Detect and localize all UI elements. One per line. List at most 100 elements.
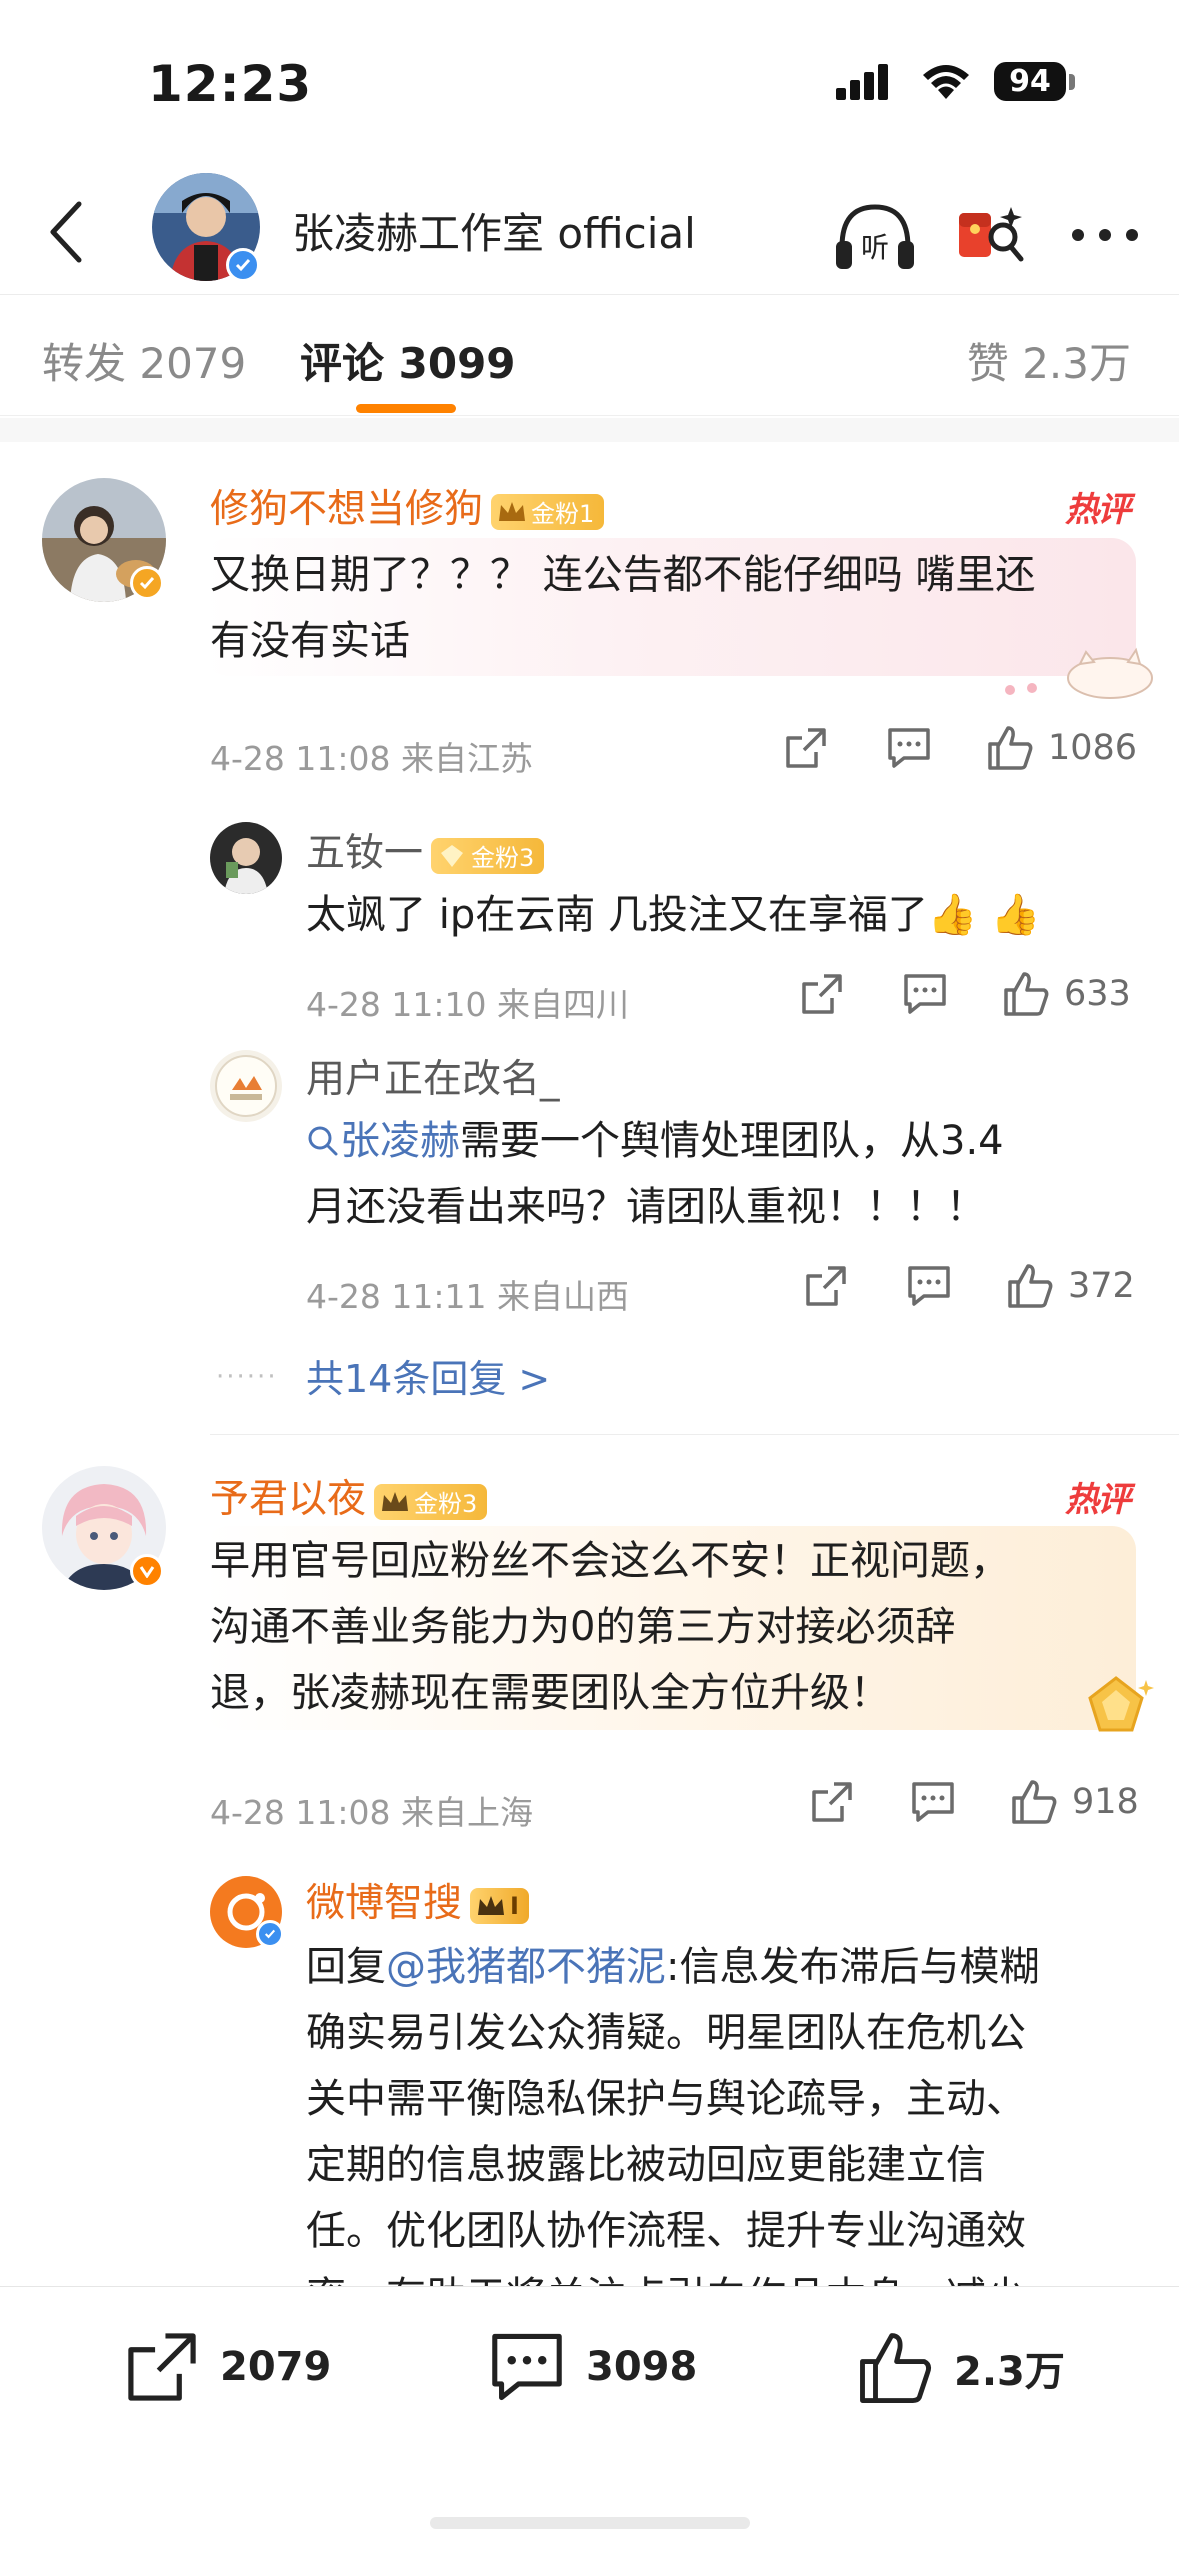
thread-dots: ······ [216, 1362, 278, 1392]
badge-gem-icon [441, 844, 464, 867]
reply-prefix: 回复 [306, 1944, 386, 1990]
red-packet-search-icon [959, 207, 1024, 262]
reply-meta: 4-28 11:11 来自山西 [306, 1277, 629, 1316]
like-count: 2.3万 [954, 2349, 1065, 2395]
bottom-comment-button[interactable]: 3098 [488, 2329, 697, 2405]
comment-text-line: 又换日期了？？？ 连公告都不能仔细吗 嘴里还 [210, 552, 1036, 598]
like-button[interactable]: 633 [1002, 966, 1131, 1022]
comment-icon [888, 728, 930, 768]
repost-button[interactable] [800, 966, 844, 1022]
comment-count: 3098 [586, 2344, 698, 2390]
reply-text-line: 回复@我猪都不猪泥:信息发布滞后与模糊 [306, 1934, 1156, 2000]
share-icon [128, 2333, 196, 2401]
svg-text:听: 听 [861, 231, 889, 264]
tab-likes[interactable]: 赞 2.3万 [967, 330, 1131, 391]
header: 张凌赫工作室 official 听 [0, 170, 1179, 295]
reply-author[interactable]: 五钕一 金粉3 [306, 822, 545, 878]
commenter-name-text: 予君以夜 [210, 1477, 367, 1522]
fan-badge: 金粉3 [431, 837, 545, 874]
comment-meta: 4-28 11:08 来自上海 [210, 1793, 533, 1832]
reply-author[interactable]: 微博智搜 I [306, 1872, 529, 1928]
fan-badge: 金粉1 [491, 493, 605, 530]
commenter-name[interactable]: 予君以夜 金粉3 [210, 1468, 488, 1524]
reply-text-line: 关中需平衡隐私保护与舆论疏导，主动、 [306, 2076, 1026, 2122]
signal-icon [836, 63, 888, 100]
comment-text-line: 沟通不善业务能力为0的第三方对接必须辞 [210, 1604, 956, 1650]
reply-button[interactable] [902, 966, 948, 1022]
comment-icon [492, 2333, 562, 2401]
like-button[interactable]: 1086 [986, 720, 1137, 776]
fan-badge-label: 金粉3 [414, 1490, 478, 1518]
reply-avatar[interactable] [210, 822, 282, 894]
tab-bar: 转发 2079 评论 3099 赞 2.3万 [0, 296, 1179, 416]
battery-icon: 94 [994, 62, 1075, 101]
comment-text: 早用官号回应粉丝不会这么不安！正视问题， 沟通不善业务能力为0的第三方对接必须辞… [210, 1528, 1110, 1726]
reply-avatar[interactable] [210, 1050, 282, 1122]
verified-badge-icon [226, 248, 260, 282]
tab-comments[interactable]: 评论 3099 [300, 330, 516, 391]
repost-button[interactable] [804, 1258, 848, 1314]
reply-button[interactable] [886, 720, 932, 776]
bottom-like-button[interactable]: 2.3万 [856, 2329, 1065, 2407]
comment-text-line: 有没有实话 [210, 618, 410, 664]
comment-item: 修狗不想当修狗 金粉1 热评 又换日期了？？？ 连公告都不能仔细吗 嘴里还 有没有… [0, 442, 1179, 1432]
comment-text: 又换日期了？？？ 连公告都不能仔细吗 嘴里还 有没有实话 [210, 542, 1110, 674]
more-options-button[interactable] [1060, 190, 1150, 280]
hot-comment-tag: 热评 [1065, 490, 1131, 530]
reply-text-line: 月还没看出来吗？请团队重视！！！！ [306, 1184, 986, 1230]
vip-badge: I [470, 1887, 529, 1924]
reply-text-line: 张凌赫需要一个舆情处理团队，从3.4 [306, 1108, 1146, 1174]
status-icons: 94 [836, 62, 1075, 101]
reply-author[interactable]: 用户正在改名_ [306, 1048, 560, 1104]
active-tab-indicator [356, 404, 456, 413]
thumbs-up-icon [1004, 972, 1049, 1016]
reply-text-line: 任。优化团队协作流程、提升专业沟通效 [306, 2208, 1026, 2254]
like-button[interactable]: 372 [1006, 1258, 1135, 1314]
thumbs-up-icon [1008, 1264, 1053, 1308]
gold-verified-icon [130, 566, 164, 600]
red-packet-search-button[interactable] [944, 190, 1034, 280]
bottom-repost-button[interactable]: 2079 [124, 2329, 331, 2405]
hot-comment-tag: 热评 [1065, 1480, 1131, 1520]
bottom-action-bar: 2079 3098 2.3万 [0, 2286, 1179, 2556]
repost-button[interactable] [784, 720, 828, 776]
like-count: 918 [1072, 1782, 1139, 1822]
reply-text-line: 确实易引发公众猜疑。明星团队在危机公 [306, 2010, 1026, 2056]
comment-icon [908, 1266, 950, 1306]
mention-link[interactable]: @我猪都不猪泥 [386, 1944, 666, 1990]
more-icon [1072, 229, 1138, 241]
like-button[interactable]: 918 [1010, 1774, 1139, 1830]
like-count: 1086 [1048, 728, 1138, 768]
verified-badge-icon [256, 1920, 284, 1948]
search-icon [308, 1126, 338, 1156]
reply-button[interactable] [910, 1774, 956, 1830]
vip-badge-label: I [510, 1891, 519, 1920]
repost-count: 2079 [220, 2344, 332, 2390]
reply-text: 太飒了 ip在云南 几投注又在享福了👍 👍 [306, 892, 1041, 938]
orange-verified-icon [130, 1554, 164, 1588]
comment-text-line: 早用官号回应粉丝不会这么不安！正视问题， [210, 1538, 1010, 1584]
share-icon [802, 974, 842, 1014]
topic-link[interactable]: 张凌赫 [306, 1118, 460, 1164]
fan-badge-label: 金粉3 [471, 844, 535, 872]
view-more-replies-link[interactable]: 共14条回复 > [306, 1348, 550, 1403]
back-button[interactable] [30, 192, 100, 272]
commenter-name[interactable]: 修狗不想当修狗 金粉1 [210, 478, 605, 534]
comment-item: 予君以夜 金粉3 热评 早用官号回应粉丝不会这么不安！正视问题， 沟通不善业务能力… [0, 1436, 1179, 2320]
repost-button[interactable] [810, 1774, 854, 1830]
tab-reposts[interactable]: 转发 2079 [42, 330, 246, 391]
thumbs-up-icon [1012, 1780, 1057, 1824]
listen-button[interactable]: 听 [830, 190, 920, 280]
wifi-icon [923, 64, 969, 99]
reply-text: 张凌赫需要一个舆情处理团队，从3.4 月还没看出来吗？请团队重视！！！！ [306, 1108, 1146, 1240]
thumbs-up-icon [988, 726, 1033, 770]
section-divider [0, 418, 1179, 442]
topic-link-text: 张凌赫 [340, 1118, 460, 1164]
chevron-left-icon [50, 201, 82, 263]
comment-meta: 4-28 11:08 来自江苏 [210, 739, 533, 778]
crown-icon [478, 1895, 505, 1915]
like-count: 633 [1064, 974, 1131, 1014]
reply-button[interactable] [906, 1258, 952, 1314]
share-icon [812, 1782, 852, 1822]
account-name[interactable]: 张凌赫工作室 official [292, 200, 696, 261]
